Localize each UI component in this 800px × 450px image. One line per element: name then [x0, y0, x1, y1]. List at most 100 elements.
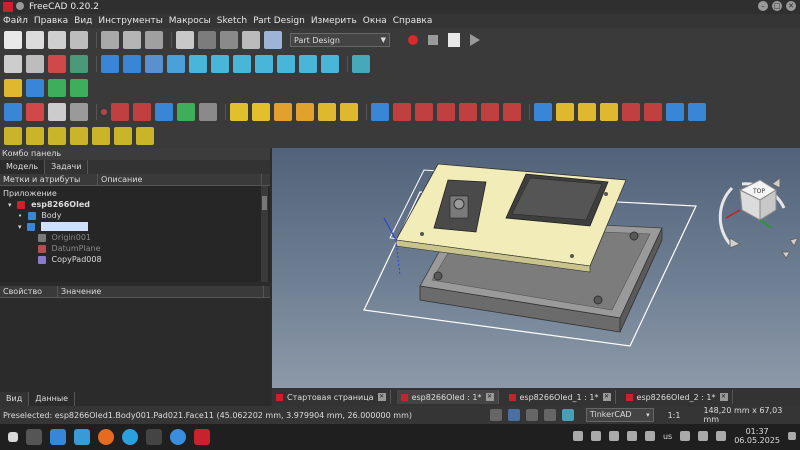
record-macro-icon[interactable]	[408, 35, 418, 45]
tree-item-copypad008[interactable]: CopyPad008	[38, 254, 102, 265]
tree-item-datumplane[interactable]: DatumPlane	[38, 243, 101, 254]
revolution-icon[interactable]	[252, 103, 270, 121]
make-link-icon[interactable]	[48, 79, 66, 97]
tree-item-application[interactable]: Приложение	[3, 188, 57, 199]
tools-icon[interactable]	[590, 431, 601, 441]
front-view-icon[interactable]	[211, 55, 229, 73]
tab-esp8266oled-1[interactable]: esp8266Oled_1 : 1* ✕	[505, 390, 616, 404]
software-store-icon[interactable]	[50, 429, 66, 445]
tree-header-labels[interactable]: Метки и атрибуты	[0, 174, 98, 185]
clone-icon[interactable]	[199, 103, 217, 121]
subtractive-pipe-icon[interactable]	[459, 103, 477, 121]
snap-icon[interactable]	[525, 409, 538, 421]
refresh-icon[interactable]	[242, 31, 260, 49]
print-icon[interactable]	[70, 31, 88, 49]
new-document-icon[interactable]	[4, 31, 22, 49]
network-icon[interactable]	[626, 431, 637, 441]
close-tab-icon[interactable]: ✕	[485, 393, 494, 401]
tree-item-origin001[interactable]: Origin001	[38, 232, 91, 243]
3d-viewport[interactable]: TOP	[272, 148, 800, 388]
additive-helix-icon[interactable]	[318, 103, 336, 121]
validate-sketch-icon[interactable]	[48, 103, 66, 121]
tree-item-body[interactable]: • Body	[18, 210, 61, 221]
bounding-box-icon[interactable]	[70, 55, 88, 73]
run-macro-icon[interactable]	[470, 34, 480, 46]
tree-expand-icon[interactable]: ▾	[8, 201, 12, 209]
top-view-icon[interactable]	[233, 55, 251, 73]
thickness-icon[interactable]	[688, 103, 706, 121]
shape-binder-icon[interactable]	[70, 103, 88, 121]
tree-scrollbar[interactable]	[261, 186, 268, 282]
measure-toggle-3d-icon[interactable]	[114, 127, 132, 145]
tree-item-document[interactable]: ▾ esp8266Oled	[8, 199, 90, 210]
bluetooth-icon[interactable]	[698, 431, 709, 441]
macro-editor-icon[interactable]	[448, 33, 460, 47]
create-group-icon[interactable]	[26, 79, 44, 97]
multi-transform-icon[interactable]	[600, 103, 618, 121]
tab-start-page[interactable]: Стартовая страница ✕	[272, 390, 391, 404]
pocket-icon[interactable]	[371, 103, 389, 121]
lock-icon[interactable]	[507, 409, 520, 421]
cut-icon[interactable]	[101, 31, 119, 49]
left-view-icon[interactable]	[321, 55, 339, 73]
pad-icon[interactable]	[230, 103, 248, 121]
tab-view[interactable]: Вид	[0, 392, 30, 406]
whats-this-icon[interactable]	[264, 31, 282, 49]
close-tab-icon[interactable]: ✕	[719, 393, 728, 401]
std-views-icon[interactable]	[167, 55, 185, 73]
mute-icon[interactable]	[608, 431, 619, 441]
local-coordinate-icon[interactable]	[155, 103, 173, 121]
draw-style-icon[interactable]	[48, 55, 66, 73]
groove-icon[interactable]	[415, 103, 433, 121]
measure-refresh-icon[interactable]	[48, 127, 66, 145]
tree-expand-icon[interactable]: •	[18, 212, 22, 220]
view-back-icon[interactable]	[101, 55, 119, 73]
datum-line-icon[interactable]	[111, 103, 129, 121]
chamfer-icon[interactable]	[644, 103, 662, 121]
menu-part-design[interactable]: Part Design	[250, 16, 308, 26]
window-menu-icon[interactable]	[16, 2, 24, 10]
tab-tasks[interactable]: Задачи	[45, 160, 89, 174]
workbench-selector[interactable]: Part Design ▼	[290, 33, 390, 47]
close-button[interactable]: ✕	[786, 1, 796, 11]
property-header-property[interactable]: Свойство	[0, 286, 58, 297]
settings-icon[interactable]	[572, 431, 583, 441]
save-icon[interactable]	[48, 31, 66, 49]
close-tab-icon[interactable]: ✕	[602, 393, 611, 401]
keyboard-layout[interactable]: us	[663, 432, 672, 441]
minimize-button[interactable]: –	[758, 1, 768, 11]
menu-macros[interactable]: Макросы	[166, 16, 214, 26]
copy-icon[interactable]	[123, 31, 141, 49]
menu-sketch[interactable]: Sketch	[214, 16, 250, 26]
create-sketch-icon[interactable]	[26, 103, 44, 121]
hole-icon[interactable]	[393, 103, 411, 121]
stop-macro-icon[interactable]	[428, 35, 438, 45]
isometric-view-icon[interactable]	[189, 55, 207, 73]
rear-view-icon[interactable]	[277, 55, 295, 73]
menu-view[interactable]: Вид	[71, 16, 95, 26]
grid-icon[interactable]	[489, 409, 502, 421]
maximize-button[interactable]: □	[772, 1, 782, 11]
terminal-icon[interactable]	[26, 429, 42, 445]
create-part-icon[interactable]	[4, 79, 22, 97]
subtractive-loft-icon[interactable]	[437, 103, 455, 121]
menu-measure[interactable]: Измерить	[308, 16, 360, 26]
fillet-icon[interactable]	[622, 103, 640, 121]
draft-icon[interactable]	[666, 103, 684, 121]
tab-esp8266oled[interactable]: esp8266Oled : 1* ✕	[396, 390, 499, 404]
link-icon[interactable]	[561, 409, 574, 421]
menu-help[interactable]: Справка	[390, 16, 436, 26]
measure-linear-icon[interactable]	[4, 127, 22, 145]
telegram-icon[interactable]	[122, 429, 138, 445]
tree-header-description[interactable]: Описание	[98, 174, 262, 185]
tree-item-body001[interactable]: ▾ Body001	[18, 221, 100, 232]
3d-model-view[interactable]: TOP	[272, 148, 800, 388]
volume-icon[interactable]	[644, 431, 655, 441]
datum-point-icon[interactable]	[101, 109, 107, 115]
fit-selection-icon[interactable]	[26, 55, 44, 73]
menu-windows[interactable]: Окна	[360, 16, 390, 26]
measure-toggle-all-icon[interactable]	[92, 127, 110, 145]
file-manager-icon[interactable]	[74, 429, 90, 445]
link-navigation-icon[interactable]	[145, 55, 163, 73]
tree-expand-icon[interactable]: ▾	[18, 223, 22, 231]
